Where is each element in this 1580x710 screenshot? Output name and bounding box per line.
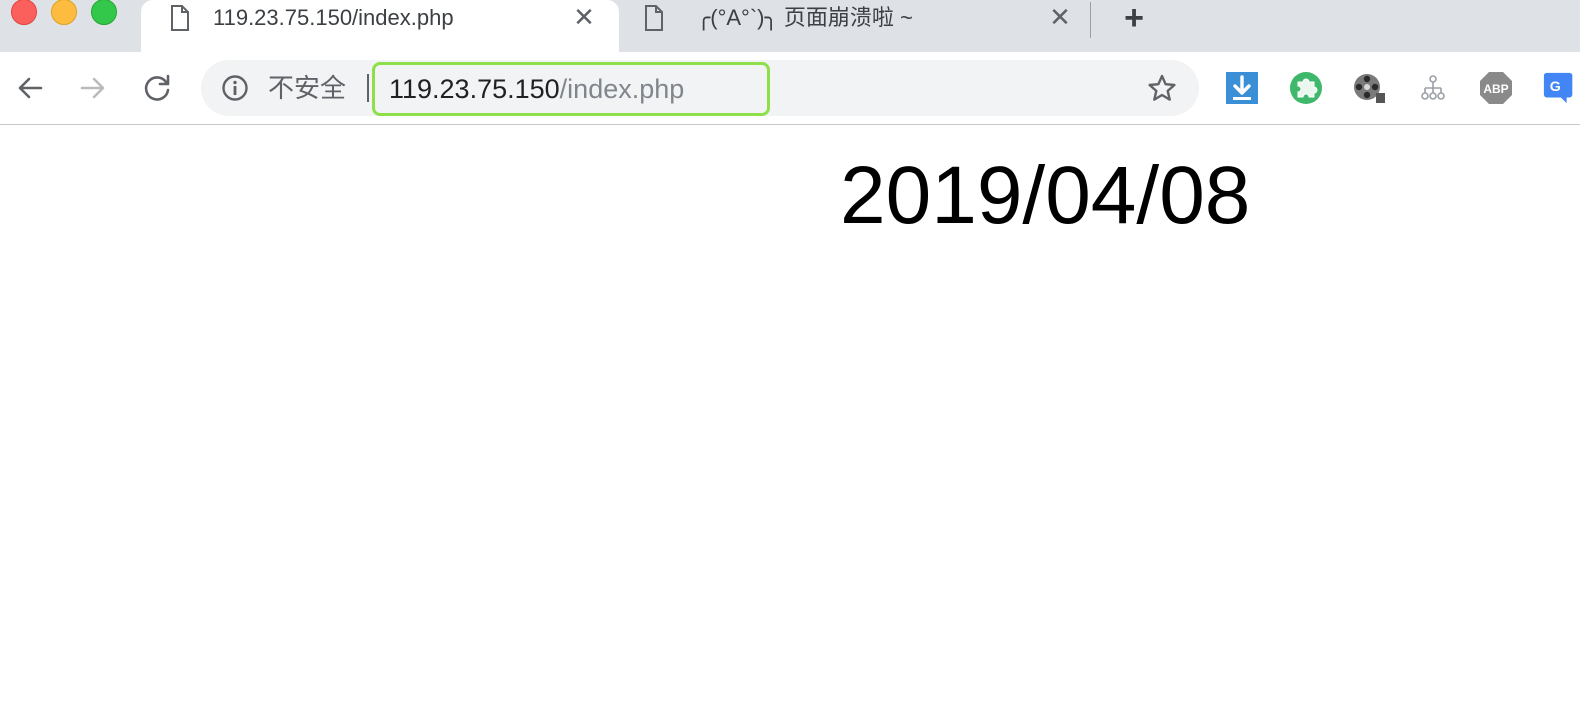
- translate-extension-button[interactable]: G: [1542, 70, 1578, 106]
- info-icon[interactable]: [221, 74, 249, 102]
- window-minimize-button[interactable]: [51, 0, 77, 25]
- address-bar[interactable]: 不安全 119.23.75.150/index.php: [201, 60, 1199, 116]
- sitemap-extension-button[interactable]: [1415, 70, 1451, 106]
- svg-text:ABP: ABP: [1483, 82, 1508, 96]
- tab-inactive[interactable]: ╭(°A°`)╮ 页面崩溃啦 ~ ✕: [625, 0, 1090, 52]
- page-date-heading: 2019/04/08: [840, 150, 1251, 241]
- svg-text:G: G: [1550, 79, 1561, 95]
- new-tab-button[interactable]: +: [1116, 0, 1152, 36]
- url-field[interactable]: 119.23.75.150/index.php: [372, 62, 770, 116]
- reload-button[interactable]: [137, 68, 177, 108]
- document-icon: [645, 5, 663, 31]
- film-reel-icon: [1354, 74, 1385, 103]
- download-extension-button[interactable]: [1224, 70, 1260, 106]
- tab-close-icon[interactable]: ✕: [1045, 2, 1075, 32]
- url-host: 119.23.75.150: [389, 74, 560, 104]
- browser-window: 119.23.75.150/index.php ✕ ╭(°A°`)╮ 页面崩溃啦…: [0, 0, 1580, 710]
- reload-icon: [144, 74, 170, 101]
- sitemap-icon: [1421, 75, 1445, 100]
- tab-strip: 119.23.75.150/index.php ✕ ╭(°A°`)╮ 页面崩溃啦…: [0, 0, 1580, 52]
- adblock-plus-icon: ABP: [1480, 72, 1512, 104]
- puzzle-icon: [1290, 72, 1322, 104]
- puzzle-extension-button[interactable]: [1288, 70, 1324, 106]
- arrow-left-icon: [18, 77, 43, 99]
- toolbar: 不安全 119.23.75.150/index.php ABP G: [0, 52, 1580, 125]
- star-icon[interactable]: [1147, 73, 1177, 103]
- url-path: /index.php: [559, 74, 685, 104]
- security-status-label[interactable]: 不安全: [268, 73, 346, 103]
- document-icon: [171, 5, 189, 31]
- tab-close-icon[interactable]: ✕: [569, 2, 599, 32]
- forward-button[interactable]: [73, 68, 113, 108]
- tab-title: ╭(°A°`)╮ 页面崩溃啦 ~: [697, 5, 913, 30]
- translate-icon: G: [1543, 72, 1573, 104]
- tab-title: 119.23.75.150/index.php: [213, 5, 454, 30]
- tab-separator: [1090, 2, 1091, 38]
- adblock-plus-button[interactable]: ABP: [1478, 70, 1514, 106]
- back-button[interactable]: [10, 68, 50, 108]
- film-extension-button[interactable]: [1351, 70, 1387, 106]
- address-separator: [367, 74, 369, 102]
- url-text: 119.23.75.150/index.php: [389, 73, 684, 105]
- page-content: 2019/04/08: [0, 125, 1580, 710]
- tab-active[interactable]: 119.23.75.150/index.php ✕: [141, 0, 619, 52]
- arrow-right-icon: [80, 77, 105, 99]
- window-close-button[interactable]: [11, 0, 37, 25]
- window-maximize-button[interactable]: [91, 0, 117, 25]
- download-icon: [1226, 72, 1258, 104]
